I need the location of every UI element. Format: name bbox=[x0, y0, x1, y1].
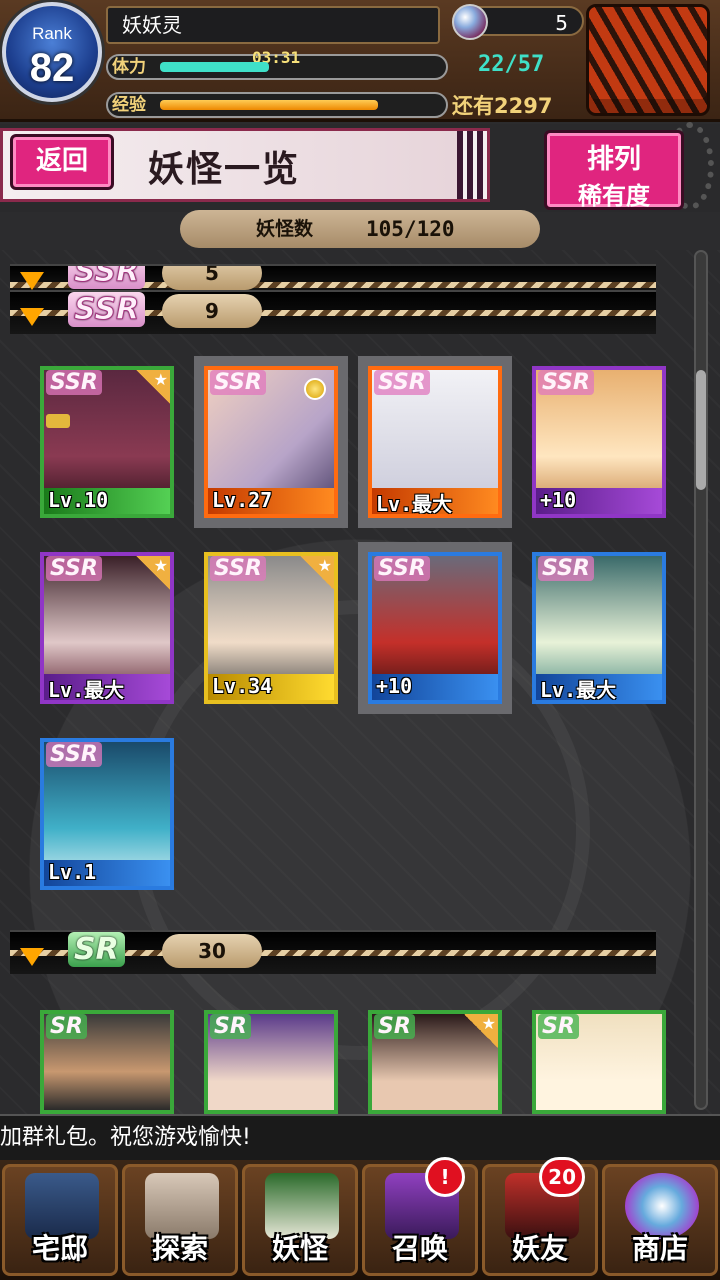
chevron-down-icon bbox=[20, 948, 44, 966]
yokai-card[interactable]: SR bbox=[204, 1010, 338, 1114]
nav-friend[interactable]: 妖友 20 bbox=[482, 1157, 598, 1276]
exp-label: 经验 bbox=[112, 95, 146, 115]
nav-label: 探索 bbox=[151, 1232, 208, 1265]
stamina-fill bbox=[160, 62, 270, 72]
yokai-card[interactable]: SR ★ bbox=[368, 1010, 502, 1114]
card-rarity-badge: SR bbox=[46, 1014, 87, 1039]
nav-label: 妖友 bbox=[511, 1232, 568, 1265]
gem-icon bbox=[452, 4, 488, 40]
card-rarity-badge: SSR bbox=[210, 556, 266, 581]
nav-label: 妖怪 bbox=[271, 1232, 328, 1265]
player-name: 妖妖灵 bbox=[106, 6, 440, 44]
card-rarity-badge: SSR bbox=[46, 370, 102, 395]
card-rarity-badge: SSR bbox=[538, 370, 594, 395]
banner-stripes bbox=[457, 131, 487, 199]
yokai-card[interactable]: SSR ★ Lv.34 bbox=[204, 552, 338, 704]
card-level: Lv.10 bbox=[44, 488, 170, 514]
card-level: Lv.最大 bbox=[44, 674, 170, 700]
card-rarity-badge: SR bbox=[374, 1014, 415, 1039]
card-rarity-badge: SR bbox=[538, 1014, 579, 1039]
nav-label: 商店 bbox=[631, 1232, 688, 1265]
treasure-chest-icon[interactable] bbox=[586, 4, 710, 116]
yokai-card[interactable]: SSR Lv.27 bbox=[204, 366, 338, 518]
yokai-card[interactable]: SSR ★ Lv.最大 bbox=[40, 552, 174, 704]
page-title: 妖怪一览 bbox=[148, 148, 301, 190]
nav-label: 宅邸 bbox=[31, 1232, 88, 1265]
star-icon: ★ bbox=[300, 556, 334, 590]
nav-mansion[interactable]: 宅邸 bbox=[2, 1164, 118, 1276]
section-count: 9 bbox=[162, 294, 262, 328]
nav-scroll[interactable]: 妖怪 bbox=[242, 1164, 358, 1276]
yokai-count-bar: 妖怪数 105/120 bbox=[180, 210, 540, 248]
yokai-card[interactable]: SSR +10 bbox=[368, 552, 502, 704]
notification-badge: ! bbox=[425, 1157, 465, 1197]
rarity-badge: SSR bbox=[68, 266, 146, 290]
card-rarity-badge: SSR bbox=[538, 556, 594, 581]
card-level: +10 bbox=[536, 488, 662, 514]
nav-crystal-orb[interactable]: 商店 bbox=[602, 1164, 718, 1276]
background-seal bbox=[130, 600, 590, 1060]
exp-remaining: 还有2297 bbox=[452, 94, 553, 118]
bottom-nav: 宅邸 探索 妖怪 召唤! 妖友 20 商店 bbox=[0, 1157, 720, 1280]
card-rarity-badge: SSR bbox=[46, 556, 102, 581]
card-level: Lv.34 bbox=[208, 674, 334, 700]
section-header-collapsed[interactable]: SSR 5 bbox=[10, 264, 656, 292]
sort-label: 排列 bbox=[587, 144, 641, 175]
section-count: 5 bbox=[162, 266, 262, 290]
card-level: Lv.最大 bbox=[536, 674, 662, 700]
lock-icon bbox=[46, 414, 70, 428]
nav-label: 召唤 bbox=[391, 1232, 448, 1265]
card-level: Lv.1 bbox=[44, 860, 170, 886]
yokai-card[interactable]: SSR Lv.最大 bbox=[368, 366, 502, 518]
nav-pentagram[interactable]: 召唤! bbox=[362, 1157, 478, 1276]
news-ticker: 加群礼包。祝您游戏愉快! bbox=[0, 1114, 720, 1160]
star-icon: ★ bbox=[136, 370, 170, 404]
back-button[interactable]: 返回 bbox=[10, 134, 114, 190]
star-icon: ★ bbox=[136, 556, 170, 590]
stamina-label: 体力 bbox=[112, 57, 146, 77]
rank-badge: Rank 82 bbox=[2, 2, 102, 102]
card-rarity-badge: SSR bbox=[374, 370, 430, 395]
yokai-card[interactable]: SSR ★ Lv.10 bbox=[40, 366, 174, 518]
section-header-sr[interactable]: SR 30 bbox=[10, 930, 656, 974]
yokai-card[interactable]: SSR +10 bbox=[532, 366, 666, 518]
gem-count: 5 bbox=[555, 11, 568, 35]
yokai-count-label: 妖怪数 bbox=[256, 218, 314, 240]
card-rarity-badge: SSR bbox=[46, 742, 102, 767]
exp-bar: 经验 bbox=[106, 92, 448, 118]
star-icon: ★ bbox=[464, 1014, 498, 1048]
card-rarity-badge: SSR bbox=[210, 370, 266, 395]
yokai-card[interactable]: SR bbox=[40, 1010, 174, 1114]
scrollbar[interactable] bbox=[694, 250, 708, 1110]
gem-counter[interactable]: 5 bbox=[452, 4, 584, 40]
stamina-bar: 体力 03:31 bbox=[106, 48, 448, 80]
yokai-card[interactable]: SR bbox=[532, 1010, 666, 1114]
section-count: 30 bbox=[162, 934, 262, 968]
medal-icon bbox=[304, 378, 326, 400]
card-level: Lv.最大 bbox=[372, 488, 498, 514]
scrollbar-thumb[interactable] bbox=[696, 370, 706, 490]
yokai-card[interactable]: SSR Lv.1 bbox=[40, 738, 174, 890]
card-rarity-badge: SR bbox=[210, 1014, 251, 1039]
yokai-count-value: 105/120 bbox=[366, 217, 455, 241]
section-header-ssr[interactable]: SSR 9 bbox=[10, 290, 656, 334]
rank-value: 82 bbox=[29, 46, 75, 90]
rarity-badge: SSR bbox=[68, 292, 146, 328]
sort-value: 稀有度 bbox=[578, 182, 650, 210]
yokai-card[interactable]: SSR Lv.最大 bbox=[532, 552, 666, 704]
chevron-down-icon bbox=[20, 272, 44, 290]
exp-fill bbox=[160, 100, 379, 110]
card-level: Lv.27 bbox=[208, 488, 334, 514]
status-header: Rank 82 妖妖灵 体力 03:31 经验 5 22/57 还有2297 bbox=[0, 0, 720, 122]
stamina-value: 22/57 bbox=[478, 52, 545, 77]
rarity-badge: SR bbox=[68, 932, 125, 967]
card-level: +10 bbox=[372, 674, 498, 700]
sort-button[interactable]: 排列 稀有度 bbox=[544, 130, 684, 210]
rank-label: Rank bbox=[32, 24, 72, 43]
card-rarity-badge: SSR bbox=[374, 556, 430, 581]
nav-magnifier[interactable]: 探索 bbox=[122, 1164, 238, 1276]
chevron-down-icon bbox=[20, 308, 44, 326]
notification-badge: 20 bbox=[539, 1157, 585, 1197]
